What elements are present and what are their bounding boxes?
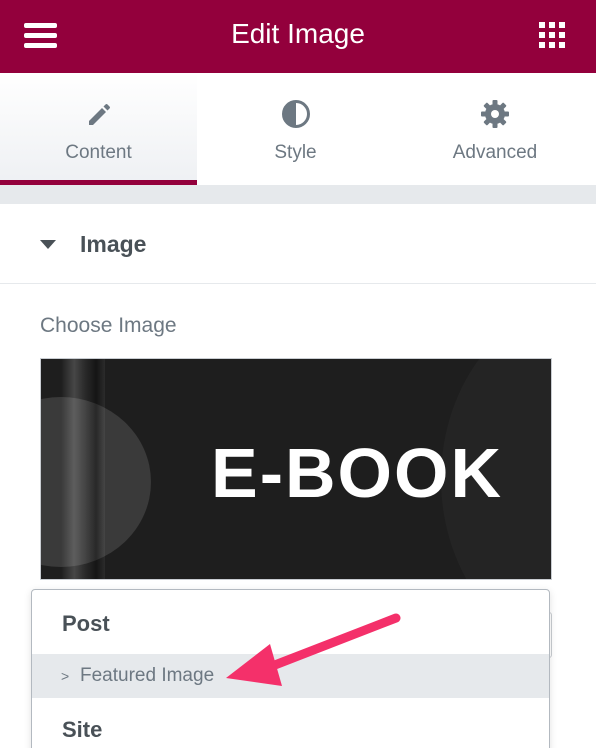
dropdown-item-label: Featured Image (80, 665, 215, 686)
dynamic-tags-dropdown: Post > Featured Image Site (31, 589, 550, 748)
tab-content-label: Content (65, 142, 132, 163)
section-image-toggle[interactable]: Image (0, 204, 596, 284)
editor-header: Edit Image (0, 0, 596, 73)
image-preview[interactable]: E-BOOK (40, 358, 552, 580)
section-title: Image (80, 231, 147, 257)
caret-down-icon (40, 240, 56, 249)
dropdown-group-site: Site (62, 717, 103, 742)
half-circle-contrast-icon (281, 100, 310, 128)
tab-advanced[interactable]: Advanced (394, 73, 596, 185)
pencil-icon (88, 104, 110, 125)
tab-style-label: Style (274, 142, 317, 163)
image-preview-text: E-BOOK (211, 434, 503, 512)
panel-title: Edit Image (231, 18, 365, 49)
chevron-right-icon: > (61, 668, 70, 684)
tab-advanced-label: Advanced (452, 142, 538, 163)
tab-content[interactable]: Content (0, 73, 197, 185)
dropdown-item-featured-image[interactable]: > Featured Image (32, 654, 549, 698)
grid-apps-icon[interactable] (539, 22, 566, 49)
tab-style[interactable]: Style (197, 73, 394, 185)
panel-tabs: Content Style Advanced (0, 73, 596, 185)
section-divider (0, 185, 596, 204)
dropdown-group-post: Post (62, 611, 110, 636)
image-preview-spine (61, 359, 105, 579)
gear-icon (481, 100, 509, 128)
choose-image-label: Choose Image (40, 314, 177, 337)
